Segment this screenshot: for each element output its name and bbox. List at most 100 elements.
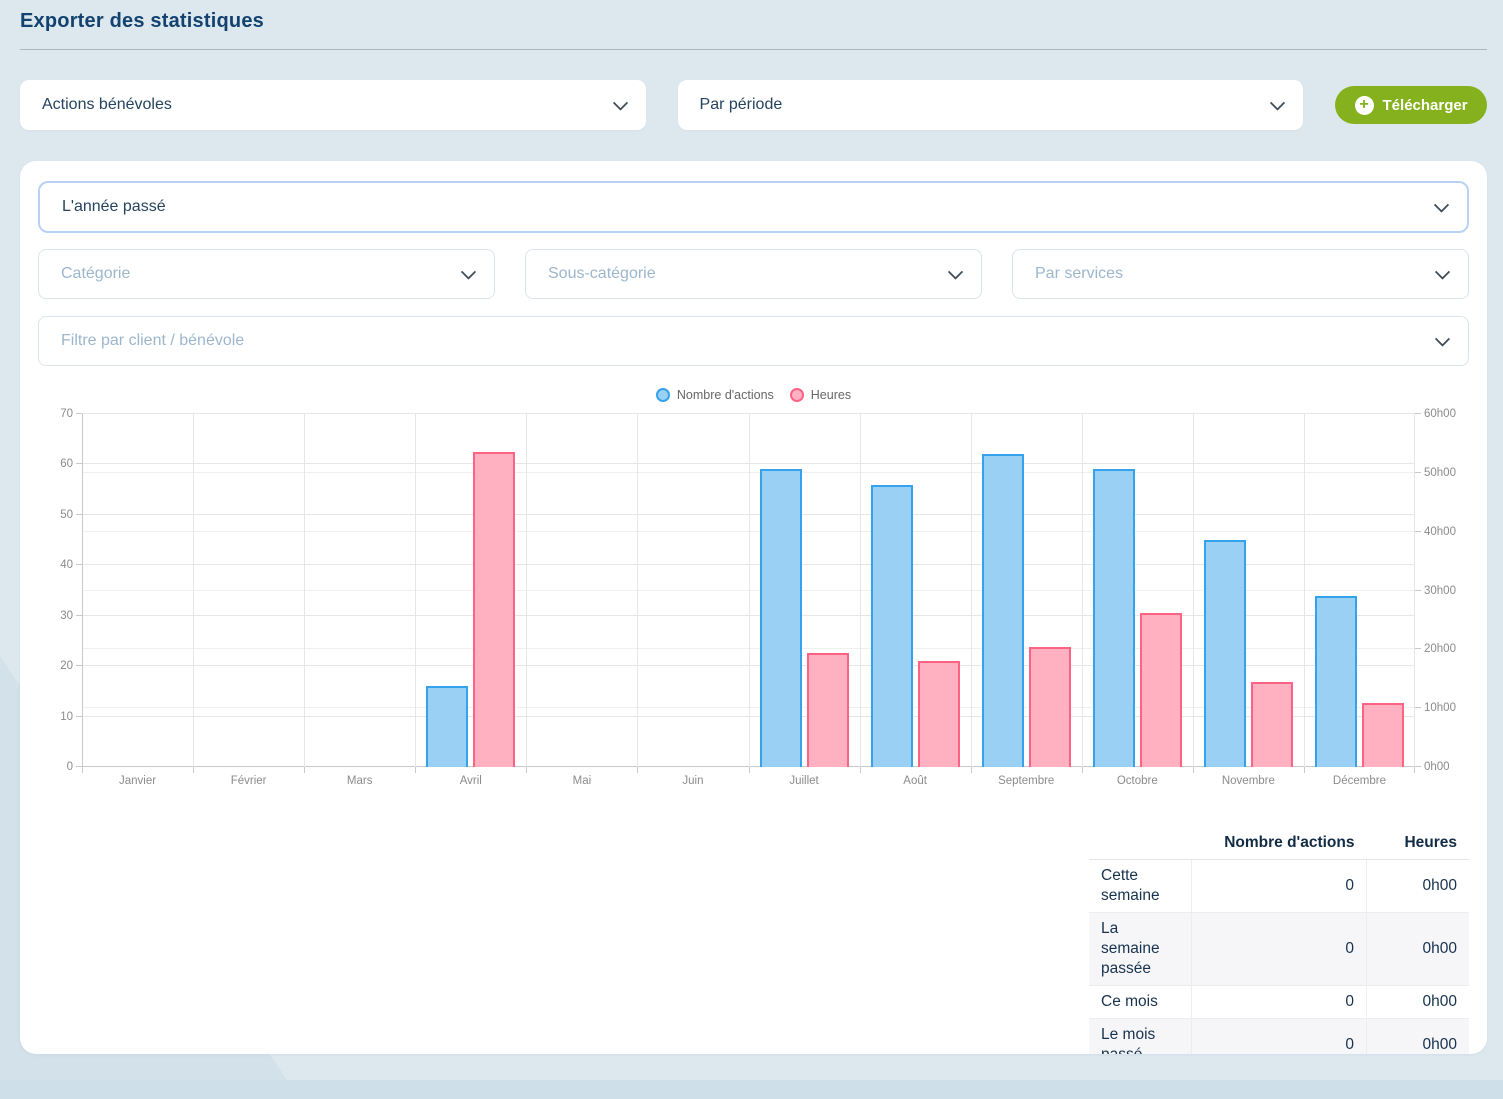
bar-series1-month9 xyxy=(1029,647,1071,767)
category-select[interactable]: Catégorie xyxy=(38,249,495,299)
y-axis-label-right: 30h00 xyxy=(1424,585,1456,597)
summary-header-heures: Heures xyxy=(1367,827,1470,860)
bar-series0-month7 xyxy=(760,469,802,767)
x-axis-label: Juin xyxy=(682,775,703,787)
bar-chart: 010203040506070 0h0010h0020h0030h0040h00… xyxy=(38,414,1469,767)
x-axis-label: Septembre xyxy=(998,775,1054,787)
category-placeholder: Catégorie xyxy=(61,265,130,283)
bar-series0-month11 xyxy=(1204,540,1246,767)
bar-series1-month7 xyxy=(807,653,849,767)
report-mode-value: Par période xyxy=(700,96,783,114)
bar-group-9 xyxy=(971,414,1082,767)
bar-series0-month12 xyxy=(1315,596,1357,767)
x-axis-label: Mars xyxy=(347,775,373,787)
summary-actions-value: 0 xyxy=(1192,913,1367,986)
summary-table: Nombre d'actions Heures Cette semaine00h… xyxy=(1089,827,1469,1054)
statistics-card: L'année passé Catégorie Sous-catégorie P… xyxy=(20,161,1487,1054)
y-axis-label-left: 50 xyxy=(60,509,73,521)
chevron-down-icon xyxy=(1435,331,1451,347)
summary-row: Le mois passé00h00 xyxy=(1089,1019,1469,1055)
summary-actions-value: 0 xyxy=(1192,986,1367,1019)
y-axis-right: 0h0010h0020h0030h0040h0050h0060h00 xyxy=(1415,414,1469,767)
client-filter-placeholder: Filtre par client / bénévole xyxy=(61,332,244,350)
summary-header-row: Nombre d'actions Heures xyxy=(1089,827,1469,860)
x-axis-label: Mai xyxy=(573,775,592,787)
y-axis-label-right: 40h00 xyxy=(1424,526,1456,538)
summary-actions-value: 0 xyxy=(1192,860,1367,913)
plus-circle-icon: + xyxy=(1355,96,1374,115)
legend-label-heures: Heures xyxy=(811,388,851,402)
chart-legend: Nombre d'actions Heures xyxy=(38,384,1469,406)
y-axis-label-left: 0 xyxy=(67,761,73,773)
legend-item-actions[interactable]: Nombre d'actions xyxy=(656,388,774,402)
report-mode-select[interactable]: Par période xyxy=(678,80,1304,130)
subcategory-placeholder: Sous-catégorie xyxy=(548,265,656,283)
legend-item-heures[interactable]: Heures xyxy=(790,388,851,402)
bar-group-1 xyxy=(82,414,193,767)
y-axis-label-left: 40 xyxy=(60,559,73,571)
y-axis-label-right: 10h00 xyxy=(1424,702,1456,714)
bar-group-10 xyxy=(1082,414,1193,767)
x-axis-label: Février xyxy=(231,775,267,787)
y-axis-label-right: 0h00 xyxy=(1424,761,1450,773)
y-axis-label-right: 20h00 xyxy=(1424,643,1456,655)
bar-group-6 xyxy=(637,414,748,767)
title-divider xyxy=(20,49,1487,50)
bar-group-11 xyxy=(1193,414,1304,767)
x-axis-label: Novembre xyxy=(1222,775,1275,787)
y-axis-label-left: 30 xyxy=(60,610,73,622)
chevron-down-icon xyxy=(1435,264,1451,280)
summary-header-empty xyxy=(1089,827,1192,860)
subcategory-select[interactable]: Sous-catégorie xyxy=(525,249,982,299)
chevron-down-icon xyxy=(461,264,477,280)
page: Exporter des statistiques Actions bénévo… xyxy=(0,10,1503,1054)
period-select[interactable]: L'année passé xyxy=(38,181,1469,233)
legend-label-actions: Nombre d'actions xyxy=(677,388,774,402)
bar-series0-month4 xyxy=(426,686,468,767)
chevron-down-icon xyxy=(948,264,964,280)
y-axis-label-left: 10 xyxy=(60,711,73,723)
x-axis-label: Août xyxy=(903,775,927,787)
summary-row-label: Cette semaine xyxy=(1089,860,1192,913)
toolbar: Actions bénévoles Par période + Téléchar… xyxy=(20,80,1487,130)
summary-row-label: La semaine passée xyxy=(1089,913,1192,986)
summary-table-head: Nombre d'actions Heures xyxy=(1089,827,1469,860)
chart-plot xyxy=(82,414,1415,767)
bar-series1-month11 xyxy=(1251,682,1293,767)
summary-header-actions: Nombre d'actions xyxy=(1192,827,1367,860)
download-button-label: Télécharger xyxy=(1383,97,1468,114)
y-axis-left: 010203040506070 xyxy=(38,414,82,767)
y-axis-label-right: 50h00 xyxy=(1424,467,1456,479)
bar-group-8 xyxy=(860,414,971,767)
summary-heures-value: 0h00 xyxy=(1367,1019,1470,1055)
bar-group-4 xyxy=(415,414,526,767)
y-axis-label-left: 60 xyxy=(60,458,73,470)
x-axis-labels: JanvierFévrierMarsAvrilMaiJuinJuilletAoû… xyxy=(82,771,1415,797)
summary-row-label: Le mois passé xyxy=(1089,1019,1192,1055)
summary-heures-value: 0h00 xyxy=(1367,986,1470,1019)
client-volunteer-filter-select[interactable]: Filtre par client / bénévole xyxy=(38,316,1469,366)
services-placeholder: Par services xyxy=(1035,265,1123,283)
bar-group-12 xyxy=(1304,414,1415,767)
bar-series1-month4 xyxy=(473,452,515,767)
summary-row: Cette semaine00h00 xyxy=(1089,860,1469,913)
bar-group-2 xyxy=(193,414,304,767)
legend-swatch-blue-circle-icon xyxy=(656,388,670,402)
statistic-type-select[interactable]: Actions bénévoles xyxy=(20,80,646,130)
chevron-down-icon xyxy=(612,95,628,111)
summary-row: Ce mois00h00 xyxy=(1089,986,1469,1019)
summary-row: La semaine passée00h00 xyxy=(1089,913,1469,986)
page-title: Exporter des statistiques xyxy=(20,10,1487,33)
x-axis-label: Avril xyxy=(460,775,482,787)
y-axis-label-right: 60h00 xyxy=(1424,408,1456,420)
download-button[interactable]: + Télécharger xyxy=(1335,86,1487,124)
chevron-down-icon xyxy=(1270,95,1286,111)
summary-actions-value: 0 xyxy=(1192,1019,1367,1055)
x-axis-label: Janvier xyxy=(119,775,156,787)
bar-group-7 xyxy=(749,414,860,767)
x-axis-label: Décembre xyxy=(1333,775,1386,787)
summary-heures-value: 0h00 xyxy=(1367,860,1470,913)
services-select[interactable]: Par services xyxy=(1012,249,1469,299)
filters-row: Catégorie Sous-catégorie Par services xyxy=(38,249,1469,299)
bar-group-5 xyxy=(526,414,637,767)
